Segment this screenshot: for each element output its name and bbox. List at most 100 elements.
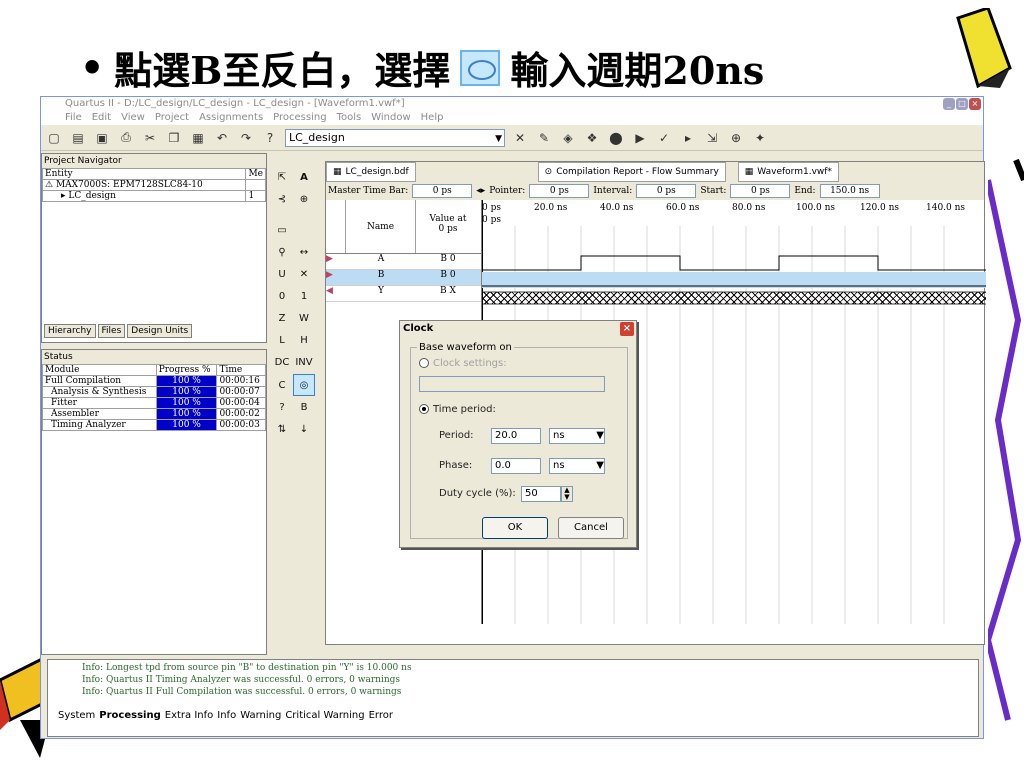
signal-row-b[interactable]: ▶ B B 0	[326, 270, 481, 286]
text-tool-icon[interactable]: A	[293, 167, 315, 189]
random-value-icon[interactable]: ?	[271, 397, 293, 419]
message-line[interactable]: Info: Longest tpd from source pin "B" to…	[48, 662, 978, 674]
high-impedance-icon[interactable]: Z	[271, 308, 293, 330]
menu-help[interactable]: Help	[421, 111, 444, 125]
menu-window[interactable]: Window	[371, 111, 410, 125]
find-icon[interactable]: ⚲	[271, 242, 293, 264]
save-icon[interactable]: ▣	[93, 129, 111, 147]
tab-hierarchy[interactable]: Hierarchy	[44, 324, 96, 338]
waveform-edit-icon[interactable]: ⊰	[271, 189, 293, 211]
signal-row-a[interactable]: ▶ A B 0	[326, 254, 481, 270]
menu-edit[interactable]: Edit	[92, 111, 111, 125]
maximize-button[interactable]: □	[956, 98, 968, 110]
uninitialized-icon[interactable]: U	[271, 264, 293, 286]
menu-file[interactable]: File	[65, 111, 82, 125]
tab-warning[interactable]: Warning	[240, 710, 281, 721]
timing-icon[interactable]: ▸	[679, 129, 697, 147]
status-col-time[interactable]: Time	[216, 364, 266, 376]
me-col[interactable]: Me	[245, 168, 266, 180]
count-value-icon[interactable]: C	[271, 375, 293, 397]
status-col-progress[interactable]: Progress %	[155, 364, 218, 376]
close-button[interactable]: ×	[969, 98, 981, 110]
pin-planner-icon[interactable]: ✎	[535, 129, 553, 147]
master-time-field[interactable]: 0 ps	[412, 184, 473, 198]
weak-low-icon[interactable]: L	[271, 330, 293, 352]
sort-az-icon[interactable]: ↓	[293, 419, 315, 441]
redo-icon[interactable]: ↷	[237, 129, 255, 147]
value-col-header[interactable]: Value at 0 ps	[416, 200, 480, 253]
overwrite-clock-icon[interactable]: ◎	[293, 374, 315, 396]
replace-icon[interactable]: ↔	[293, 242, 315, 264]
project-combo[interactable]: LC_design	[285, 128, 505, 147]
status-col-module[interactable]: Module	[42, 364, 157, 376]
waveform-a[interactable]	[482, 255, 986, 271]
time-period-option[interactable]: Time period:	[419, 404, 496, 415]
copy-icon[interactable]: ❐	[165, 129, 183, 147]
weak-unknown-icon[interactable]: W	[293, 308, 315, 330]
open-folder-icon[interactable]: ▤	[69, 129, 87, 147]
design-entry[interactable]: ▸ LC_design	[41, 190, 247, 202]
start-compile-icon[interactable]: ▶	[631, 129, 649, 147]
menu-view[interactable]: View	[121, 111, 145, 125]
tab-files[interactable]: Files	[97, 324, 126, 338]
fullscreen-icon[interactable]: ▭	[271, 220, 293, 242]
print-icon[interactable]: ⎙	[117, 129, 135, 147]
ok-button[interactable]: OK	[482, 517, 548, 539]
pointer-arrows[interactable]: ◂▸	[476, 186, 485, 196]
tab-bdf[interactable]: ▦ LC_design.bdf	[326, 162, 416, 182]
phase-input[interactable]: 0.0	[491, 458, 541, 474]
clock-settings-option[interactable]: Clock settings:	[419, 358, 507, 369]
cut-icon[interactable]: ✂	[141, 129, 159, 147]
tab-info[interactable]: Info	[217, 710, 236, 721]
analysis-icon[interactable]: ✓	[655, 129, 673, 147]
menu-processing[interactable]: Processing	[273, 111, 326, 125]
tab-processing[interactable]: Processing	[99, 710, 160, 721]
tab-extra-info[interactable]: Extra Info	[165, 710, 214, 721]
dont-care-icon[interactable]: DC	[271, 352, 293, 374]
message-line[interactable]: Info: Quartus II Full Compilation was su…	[48, 686, 978, 698]
paste-icon[interactable]: ▦	[189, 129, 207, 147]
select-tool-icon[interactable]: ⇱	[271, 167, 293, 189]
menu-project[interactable]: Project	[155, 111, 189, 125]
forcing-low-icon[interactable]: 0	[271, 286, 293, 308]
zoom-icon[interactable]: ⊕	[293, 189, 315, 211]
programmer-icon[interactable]: ⊕	[727, 129, 745, 147]
settings-icon[interactable]: ✕	[511, 129, 529, 147]
tab-critical-warning[interactable]: Critical Warning	[285, 710, 364, 721]
menu-assignments[interactable]: Assignments	[199, 111, 263, 125]
help-pointer-icon[interactable]: ?	[261, 129, 279, 147]
message-line[interactable]: Info: Quartus II Timing Analyzer was suc…	[48, 674, 978, 686]
device-entry[interactable]: ⚠ MAX7000S: EPM7128SLC84-10	[41, 179, 247, 191]
unknown-icon[interactable]: ✕	[293, 264, 315, 286]
minimize-button[interactable]: _	[943, 98, 955, 110]
tab-waveform[interactable]: ▦ Waveform1.vwf*	[737, 162, 839, 182]
undo-icon[interactable]: ↶	[213, 129, 231, 147]
tab-system[interactable]: System	[58, 710, 95, 721]
new-file-icon[interactable]: ▢	[45, 129, 63, 147]
tab-design-units[interactable]: Design Units	[127, 324, 193, 338]
entity-col[interactable]: Entity	[41, 168, 247, 180]
sort-icon[interactable]: ⇅	[271, 419, 293, 441]
cancel-button[interactable]: Cancel	[558, 517, 624, 539]
time-period-radio[interactable]	[419, 404, 429, 414]
stop-icon[interactable]: ⬤	[607, 129, 625, 147]
dialog-close-icon[interactable]: ×	[620, 322, 634, 336]
tab-report[interactable]: ⊙ Compilation Report - Flow Summary	[537, 162, 726, 182]
chip-icon[interactable]: ✦	[751, 129, 769, 147]
duty-cycle-input[interactable]: 50	[521, 486, 561, 502]
invert-icon[interactable]: INV	[293, 352, 315, 374]
name-col-header[interactable]: Name	[346, 200, 416, 253]
signal-row-y[interactable]: ◀ Y B X	[326, 286, 481, 302]
menu-tools[interactable]: Tools	[337, 111, 362, 125]
simulate-icon[interactable]: ⇲	[703, 129, 721, 147]
period-input[interactable]: 20.0	[491, 428, 541, 444]
tab-error[interactable]: Error	[369, 710, 393, 721]
weak-high-icon[interactable]: H	[293, 330, 315, 352]
chip-editor-icon[interactable]: ◈	[559, 129, 577, 147]
phase-unit-select[interactable]: ns ▼	[549, 458, 605, 474]
period-unit-select[interactable]: ns ▼	[549, 428, 605, 444]
duty-cycle-spinner[interactable]: ▲ ▼	[561, 486, 573, 502]
forcing-high-icon[interactable]: 1	[293, 286, 315, 308]
assignment-icon[interactable]: ❖	[583, 129, 601, 147]
clock-settings-radio[interactable]	[419, 358, 429, 368]
